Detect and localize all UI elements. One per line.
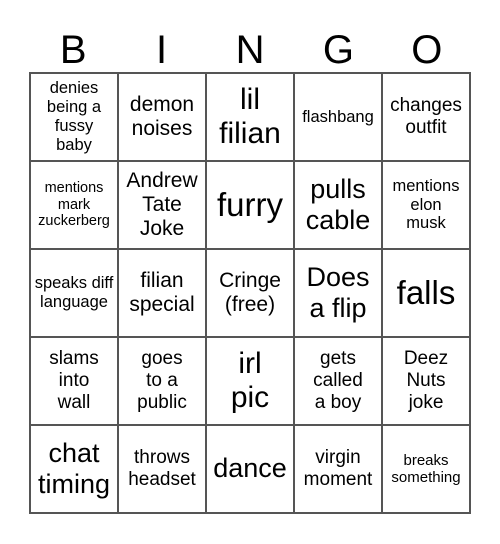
bingo-cell[interactable]: speaks diff language: [30, 249, 118, 337]
bingo-cell[interactable]: chat timing: [30, 425, 118, 513]
header-letter-n: N: [235, 28, 265, 72]
bingo-cell[interactable]: falls: [382, 249, 470, 337]
bingo-cell[interactable]: slams into wall: [30, 337, 118, 425]
bingo-cell[interactable]: mentions elon musk: [382, 161, 470, 249]
bingo-cell[interactable]: Deez Nuts joke: [382, 337, 470, 425]
bingo-cell[interactable]: gets called a boy: [294, 337, 382, 425]
bingo-cell[interactable]: dance: [206, 425, 294, 513]
bingo-cell[interactable]: denies being a fussy baby: [30, 73, 118, 161]
bingo-cell[interactable]: Does a flip: [294, 249, 382, 337]
header-letter-o: O: [411, 28, 443, 72]
bingo-cell[interactable]: breaks something: [382, 425, 470, 513]
bingo-cell[interactable]: filian special: [118, 249, 206, 337]
bingo-cell[interactable]: goes to a public: [118, 337, 206, 425]
header-letter-g: G: [322, 28, 354, 72]
header-letter-i: I: [156, 28, 168, 72]
bingo-cell[interactable]: lil filian: [206, 73, 294, 161]
bingo-cell[interactable]: demon noises: [118, 73, 206, 161]
bingo-cell[interactable]: mentions mark zuckerberg: [30, 161, 118, 249]
bingo-cell[interactable]: changes outfit: [382, 73, 470, 161]
bingo-grid: denies being a fussy baby demon noises l…: [29, 72, 471, 514]
header-letter-b: B: [59, 28, 87, 72]
bingo-cell[interactable]: pulls cable: [294, 161, 382, 249]
bingo-cell[interactable]: furry: [206, 161, 294, 249]
bingo-cell[interactable]: throws headset: [118, 425, 206, 513]
bingo-cell[interactable]: virgin moment: [294, 425, 382, 513]
bingo-cell-free[interactable]: Cringe (free): [206, 249, 294, 337]
bingo-header: B I N G O: [29, 28, 471, 72]
bingo-cell[interactable]: Andrew Tate Joke: [118, 161, 206, 249]
bingo-cell[interactable]: flashbang: [294, 73, 382, 161]
bingo-cell[interactable]: irl pic: [206, 337, 294, 425]
